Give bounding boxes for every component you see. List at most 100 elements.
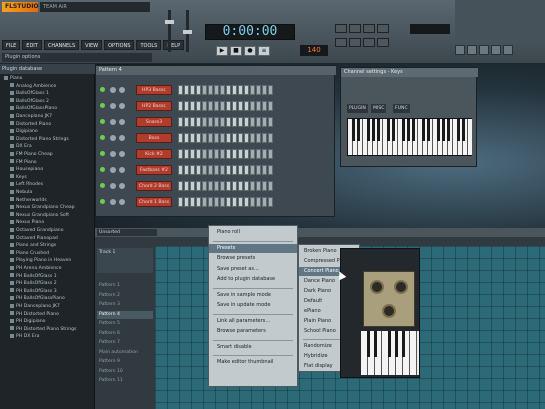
step-button[interactable] [262, 117, 267, 127]
context-menu-item[interactable]: Presets [209, 243, 297, 253]
step-button[interactable] [214, 197, 219, 207]
step-button[interactable] [208, 181, 213, 191]
black-key[interactable] [446, 119, 450, 141]
step-button[interactable] [196, 117, 201, 127]
context-menu-item[interactable]: Add to plugin database [209, 275, 297, 284]
step-button[interactable] [190, 101, 195, 111]
channel-mute-led[interactable] [100, 103, 105, 108]
step-button[interactable] [250, 117, 255, 127]
menu-tools[interactable]: TOOLS [136, 40, 162, 50]
step-button[interactable] [220, 149, 225, 159]
step-button[interactable] [208, 165, 213, 175]
plugin-knob[interactable] [370, 280, 384, 294]
step-button[interactable] [220, 197, 225, 207]
step-button[interactable] [184, 181, 189, 191]
step-button[interactable] [214, 165, 219, 175]
browser-item[interactable]: PH DX Era [0, 333, 95, 340]
pan-knob[interactable] [110, 167, 116, 173]
channel-mute-led[interactable] [100, 135, 105, 140]
plugin-knob[interactable] [382, 304, 396, 318]
black-key[interactable] [406, 119, 410, 141]
channel-name-button[interactable]: Snare3 [136, 117, 172, 127]
step-button[interactable] [190, 117, 195, 127]
step-button[interactable] [196, 133, 201, 143]
context-menu-item[interactable]: Save in update mode [209, 301, 297, 310]
step-button[interactable] [238, 133, 243, 143]
step-button[interactable] [250, 133, 255, 143]
step-button[interactable] [226, 149, 231, 159]
step-button[interactable] [256, 85, 261, 95]
step-button[interactable] [238, 101, 243, 111]
browser-item[interactable]: Octaved Pianopad [0, 235, 95, 242]
step-button[interactable] [196, 85, 201, 95]
volume-knob[interactable] [119, 183, 125, 189]
black-key[interactable] [351, 119, 355, 141]
mixer-toggle-button[interactable] [503, 45, 513, 55]
step-button[interactable] [208, 85, 213, 95]
pattern-item[interactable]: Pattern 9 [97, 358, 153, 366]
step-button[interactable] [220, 133, 225, 143]
step-button[interactable] [268, 181, 273, 191]
step-button[interactable] [262, 149, 267, 159]
step-button[interactable] [262, 165, 267, 175]
step-button[interactable] [262, 181, 267, 191]
step-button[interactable] [214, 117, 219, 127]
black-key[interactable] [366, 119, 370, 141]
step-button[interactable] [184, 101, 189, 111]
step-button[interactable] [220, 181, 225, 191]
step-button[interactable] [178, 133, 183, 143]
step-button[interactable] [250, 149, 255, 159]
step-button[interactable] [262, 133, 267, 143]
step-button[interactable] [244, 165, 249, 175]
channel-name-button[interactable]: HP3 Bassc [136, 85, 172, 95]
step-button[interactable] [178, 197, 183, 207]
snap-button[interactable] [363, 38, 375, 47]
black-key[interactable] [356, 119, 360, 141]
step-button[interactable] [178, 85, 183, 95]
channel-mute-led[interactable] [100, 151, 105, 156]
snap-button[interactable] [377, 38, 389, 47]
pattern-item[interactable]: Pattern 11 [97, 377, 153, 385]
tab-func[interactable]: FUNC [393, 104, 410, 113]
black-key[interactable] [394, 331, 398, 357]
step-button[interactable] [190, 181, 195, 191]
step-button[interactable] [208, 133, 213, 143]
step-button[interactable] [238, 149, 243, 159]
browser-item[interactable]: BallsOfGlass 2 [0, 98, 95, 105]
channel-settings-title[interactable]: Channel settings - Keys [341, 68, 478, 77]
pattern-item[interactable]: Pattern 5 [97, 320, 153, 328]
black-key[interactable] [401, 331, 405, 357]
step-button[interactable] [226, 165, 231, 175]
step-button[interactable] [244, 133, 249, 143]
step-button[interactable] [202, 133, 207, 143]
step-button[interactable] [256, 181, 261, 191]
step-button[interactable] [214, 85, 219, 95]
step-button[interactable] [202, 85, 207, 95]
white-key[interactable] [410, 331, 417, 375]
pattern-item[interactable]: Pattern 3 [97, 301, 153, 309]
context-menu-item[interactable]: Browse parameters [209, 327, 297, 336]
step-button[interactable] [178, 149, 183, 159]
channel-mute-led[interactable] [100, 167, 105, 172]
step-button[interactable] [220, 165, 225, 175]
volume-knob[interactable] [119, 199, 125, 205]
black-key[interactable] [461, 119, 465, 141]
white-key[interactable] [468, 119, 473, 155]
browser-item[interactable]: Left Rhodes [0, 181, 95, 188]
step-button[interactable] [202, 149, 207, 159]
step-button[interactable] [184, 85, 189, 95]
playlist-toggle-button[interactable] [455, 45, 465, 55]
browser-item[interactable]: PH BallsOfGlassPiano [0, 295, 95, 302]
step-button[interactable] [232, 165, 237, 175]
tab-misc[interactable]: MISC [371, 104, 387, 113]
step-button[interactable] [226, 85, 231, 95]
step-button[interactable] [208, 101, 213, 111]
browser-item[interactable]: Keys [0, 174, 95, 181]
browser-item[interactable]: PH Distorted Piano Strings [0, 326, 95, 333]
browser-item[interactable]: Piano Crushed [0, 250, 95, 257]
black-key[interactable] [391, 119, 395, 141]
step-button[interactable] [226, 133, 231, 143]
step-button[interactable] [202, 101, 207, 111]
pan-knob[interactable] [110, 103, 116, 109]
song-name[interactable]: TEAM AiR [40, 2, 150, 12]
